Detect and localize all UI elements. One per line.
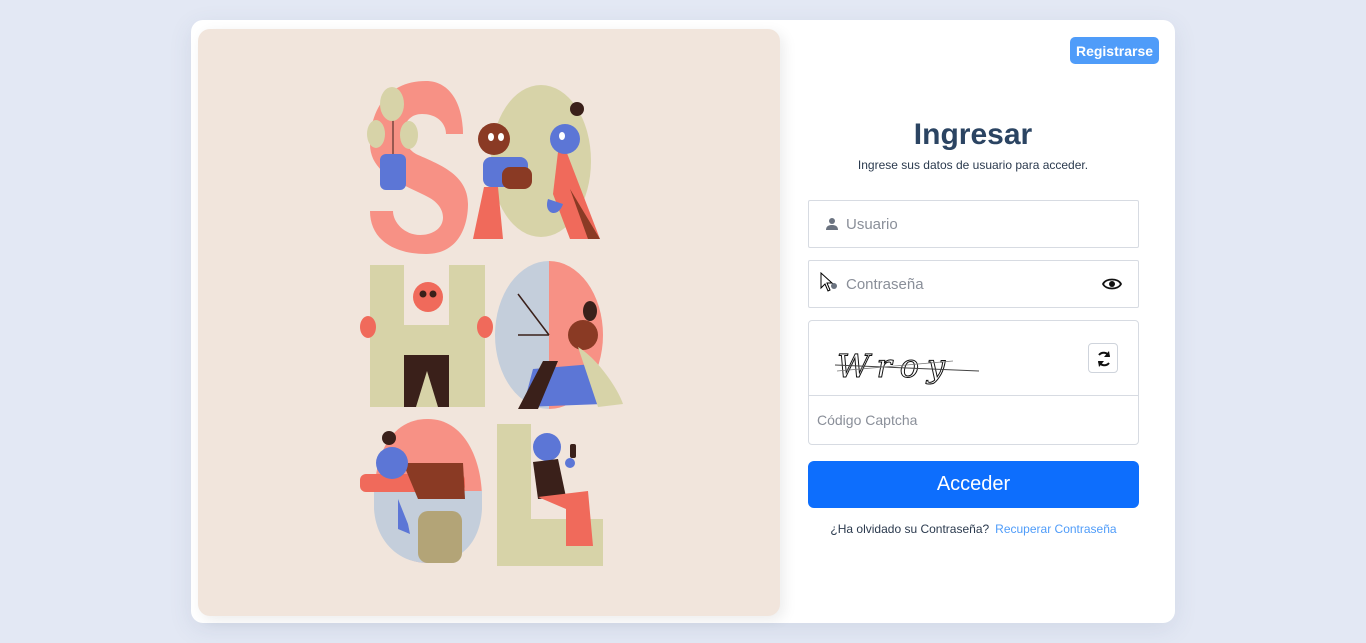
refresh-icon <box>1098 351 1110 367</box>
illustration-panel <box>198 29 780 616</box>
user-icon <box>826 218 838 230</box>
register-button[interactable]: Registrarse <box>1070 37 1159 64</box>
letter-o-shape <box>360 419 482 563</box>
forgot-password-row: ¿Ha olvidado su Contraseña? Recuperar Con… <box>808 522 1139 536</box>
page-subtitle: Ingrese sus datos de usuario para accede… <box>857 158 1089 172</box>
letter-a-shape <box>473 85 600 239</box>
letter-h-shape <box>360 265 493 407</box>
illustration <box>360 81 623 566</box>
captcha-input[interactable] <box>817 397 1117 443</box>
page-title: Ingresar <box>913 118 1033 151</box>
username-input[interactable] <box>846 201 1086 247</box>
password-input[interactable] <box>846 261 1086 307</box>
login-card: Registrarse Ingresar Ingrese sus datos d… <box>191 20 1175 623</box>
letter-circle-pie <box>495 261 623 409</box>
captcha-divider <box>809 395 1138 396</box>
submit-button[interactable]: Acceder <box>808 461 1139 508</box>
letter-l-shape <box>497 424 603 566</box>
recover-password-link[interactable]: Recuperar Contraseña <box>995 522 1116 536</box>
mouse-cursor-icon <box>820 272 834 292</box>
forgot-password-text: ¿Ha olvidado su Contraseña? <box>830 522 990 536</box>
username-field-wrapper <box>808 200 1139 248</box>
captcha-box: Wroy <box>808 320 1139 445</box>
captcha-image: Wroy <box>834 347 980 386</box>
eye-icon[interactable] <box>1102 276 1122 292</box>
password-field-wrapper <box>808 260 1139 308</box>
captcha-refresh-button[interactable] <box>1088 343 1118 373</box>
